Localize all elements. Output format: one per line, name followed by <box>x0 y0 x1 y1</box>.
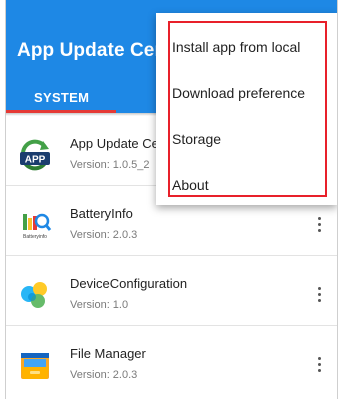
app-version: Version: 1.0 <box>70 299 129 311</box>
app-version: Version: 2.0.3 <box>70 369 138 381</box>
app-version: Version: 1.0.5_2 <box>70 159 150 171</box>
more-options-icon[interactable] <box>312 215 328 235</box>
menu-item-download-preference[interactable]: Download preference <box>172 85 305 101</box>
app-name: DeviceConfiguration <box>70 276 188 291</box>
app-update-icon: APP <box>20 139 50 171</box>
app-name: BatteryInfo <box>70 206 133 221</box>
app-version: Version: 2.0.3 <box>70 229 138 241</box>
folder-icon <box>21 353 49 379</box>
more-options-icon[interactable] <box>312 285 328 305</box>
menu-item-install-local[interactable]: Install app from local <box>172 39 300 55</box>
battery-info-icon: Batteryinfo <box>20 213 52 240</box>
list-item[interactable]: DeviceConfiguration Version: 1.0 <box>6 256 337 326</box>
app-name: File Manager <box>70 346 146 361</box>
options-menu: Install app from local Download preferen… <box>156 13 337 205</box>
svg-text:Batteryinfo: Batteryinfo <box>23 234 47 240</box>
tab-system[interactable]: SYSTEM <box>34 90 89 105</box>
menu-item-storage[interactable]: Storage <box>172 131 221 147</box>
menu-item-about[interactable]: About <box>172 177 209 193</box>
svg-text:APP: APP <box>25 155 46 166</box>
more-options-icon[interactable] <box>312 355 328 375</box>
list-item[interactable]: File Manager Version: 2.0.3 <box>6 326 337 396</box>
app-window: App Update Center SYSTEM APP App Update … <box>5 0 338 399</box>
device-config-icon <box>21 282 47 308</box>
